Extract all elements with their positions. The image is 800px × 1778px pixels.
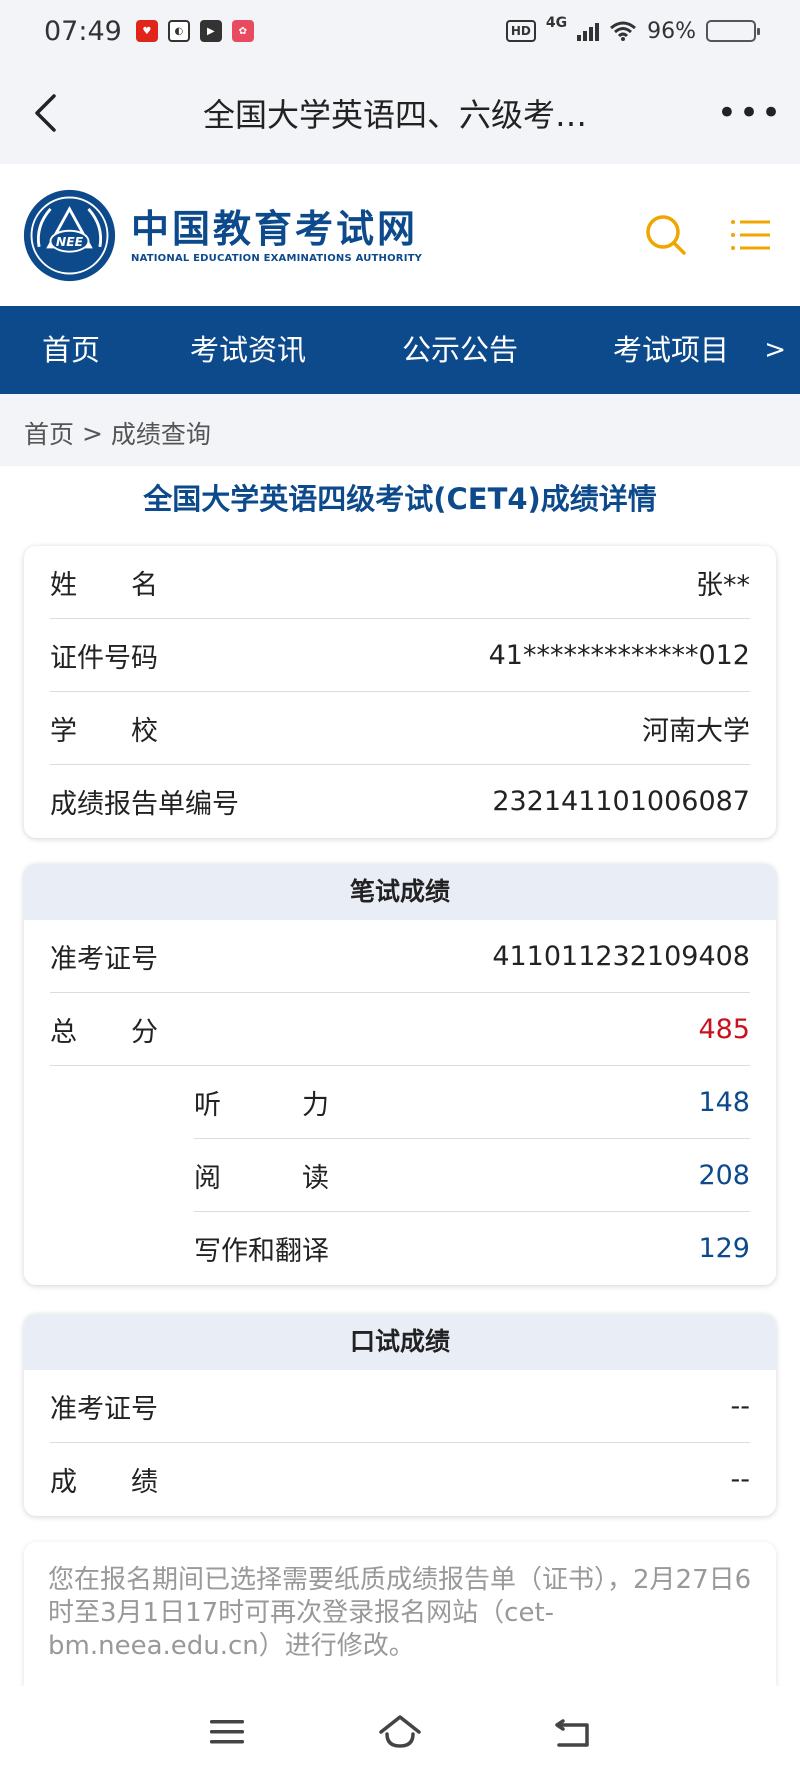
- row-label: 听 力: [194, 1089, 329, 1121]
- info-row-school: 学 校 河南大学: [50, 692, 750, 765]
- recent-apps-icon: [209, 1720, 244, 1744]
- oral-score-header: 口试成绩: [24, 1314, 776, 1370]
- site-name-cn: 中国教育考试网: [131, 206, 419, 251]
- row-label: 写作和翻译: [194, 1236, 329, 1267]
- hd-icon: HD: [505, 20, 536, 42]
- writing-score-row: 写作和翻译 129: [194, 1212, 750, 1285]
- back-arrow-icon: [35, 94, 56, 132]
- listening-score-row: 听 力 148: [194, 1066, 750, 1139]
- nav-item-exam-projects[interactable]: 考试项目: [613, 306, 729, 394]
- row-label: 成 绩: [50, 1467, 158, 1498]
- reading-score-value: 208: [698, 1159, 750, 1191]
- neea-emblem-icon[interactable]: NEE: [22, 188, 117, 283]
- app-notification-icon: ♥: [135, 20, 158, 42]
- written-admission-row: 准考证号 411011232109408: [50, 920, 750, 993]
- system-back-button[interactable]: [543, 1702, 603, 1762]
- recent-apps-button[interactable]: [197, 1702, 257, 1762]
- home-icon: [379, 1715, 421, 1748]
- row-value: --: [730, 1464, 751, 1495]
- row-label: 成绩报告单编号: [50, 789, 239, 820]
- total-score-value: 485: [698, 1013, 750, 1045]
- row-value: 张**: [696, 569, 750, 601]
- nav-item-announcements[interactable]: 公示公告: [402, 306, 518, 394]
- main-nav: 首页 考试资讯 公示公告 考试项目 >: [0, 306, 800, 394]
- signal-icon: [577, 21, 600, 41]
- site-name-en: NATIONAL EDUCATION EXAMINATIONS AUTHORIT…: [131, 252, 423, 264]
- row-value: 41*************012: [488, 639, 750, 671]
- nav-item-exam-news[interactable]: 考试资讯: [190, 306, 306, 394]
- writing-score-value: 129: [698, 1233, 750, 1264]
- listening-score-value: 148: [698, 1086, 750, 1118]
- oral-admission-row: 准考证号 --: [50, 1370, 750, 1443]
- back-button[interactable]: [0, 62, 90, 164]
- row-label: 证件号码: [50, 642, 158, 674]
- row-value: 232141101006087: [492, 786, 750, 817]
- system-nav-bar: [0, 1686, 800, 1778]
- written-score-card: 笔试成绩 准考证号 411011232109408 总 分 485 听 力 14…: [24, 864, 776, 1285]
- app-notification-icon: ◐: [167, 20, 190, 42]
- info-row-report-number: 成绩报告单编号 232141101006087: [50, 765, 750, 838]
- network-label: 4G: [545, 14, 568, 31]
- row-label: 姓 名: [50, 569, 158, 601]
- title-bar: 全国大学英语四、六级考… •••: [0, 62, 800, 164]
- row-label: 学 校: [50, 715, 158, 747]
- breadcrumb: 首页 > 成绩查询: [24, 400, 211, 466]
- emblem-text: NEE: [56, 234, 84, 248]
- more-dots-icon: •••: [716, 93, 784, 133]
- search-icon[interactable]: [644, 213, 688, 257]
- app-notification-icon: ✿: [231, 20, 254, 42]
- play-app-icon: ▶: [199, 20, 222, 42]
- result-content: 全国大学英语四级考试(CET4)成绩详情 姓 名 张** 证件号码 41****…: [0, 466, 800, 1702]
- notice-text: 您在报名期间已选择需要纸质成绩报告单（证书），2月27日6时至3月1日17时可再…: [24, 1542, 776, 1702]
- oral-score-row: 成 绩 --: [50, 1443, 750, 1516]
- menu-icon[interactable]: [728, 213, 772, 257]
- more-button[interactable]: •••: [700, 62, 800, 164]
- total-score-row: 总 分 485: [50, 993, 750, 1066]
- info-row-name: 姓 名 张**: [50, 546, 750, 619]
- row-value: 河南大学: [642, 715, 750, 747]
- battery-percent: 96%: [647, 18, 696, 44]
- status-time: 07:49: [44, 15, 122, 47]
- personal-info-card: 姓 名 张** 证件号码 41*************012 学 校 河南大学…: [24, 546, 776, 838]
- row-value: --: [730, 1390, 751, 1422]
- home-button[interactable]: [370, 1702, 430, 1762]
- battery-icon: [706, 20, 760, 42]
- row-label: 阅 读: [194, 1162, 329, 1194]
- page-title: 全国大学英语四、六级考…: [202, 96, 587, 134]
- row-value: 411011232109408: [492, 940, 750, 972]
- info-row-id-number: 证件号码 41*************012: [50, 619, 750, 692]
- result-title: 全国大学英语四级考试(CET4)成绩详情: [143, 482, 657, 516]
- site-header: NEE 中国教育考试网 NATIONAL EDUCATION EXAMINATI…: [0, 164, 800, 306]
- site-logo-text[interactable]: 中国教育考试网 NATIONAL EDUCATION EXAMINATIONS …: [131, 207, 422, 264]
- nav-more-arrow[interactable]: >: [764, 306, 786, 394]
- nav-item-home[interactable]: 首页: [42, 306, 100, 394]
- breadcrumb-home[interactable]: 首页: [24, 415, 74, 451]
- row-label: 总 分: [50, 1016, 158, 1048]
- status-indicators: HD 4G 96%: [505, 15, 760, 44]
- breadcrumb-current: 成绩查询: [110, 420, 211, 449]
- wifi-icon: [610, 21, 637, 41]
- status-bar: 07:49 ♥ ◐ ▶ ✿ HD 4G 96%: [0, 0, 800, 62]
- row-label: 准考证号: [50, 1393, 158, 1425]
- row-label: 准考证号: [50, 943, 158, 975]
- back-icon: [555, 1719, 590, 1747]
- written-score-header: 笔试成绩: [24, 864, 776, 920]
- reading-score-row: 阅 读 208: [194, 1139, 750, 1212]
- breadcrumb-separator: >: [74, 418, 111, 448]
- oral-score-card: 口试成绩 准考证号 -- 成 绩 --: [24, 1314, 776, 1516]
